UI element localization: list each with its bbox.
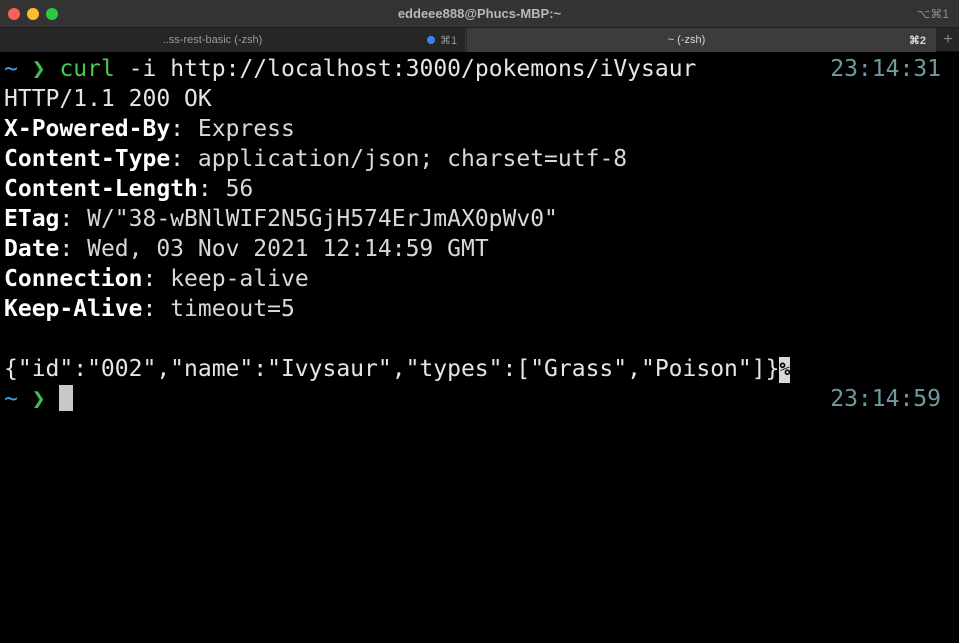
- prompt-directory: ~: [4, 386, 18, 412]
- command-line: ~ ❯ curl -i http://localhost:3000/pokemo…: [4, 54, 696, 84]
- http-status-line: HTTP/1.1 200 OK: [4, 86, 212, 112]
- prompt-timestamp: 23:14:59: [830, 386, 941, 412]
- prompt-directory: ~: [4, 56, 18, 82]
- tab-label: ~ (-zsh): [667, 34, 706, 46]
- tab-label: ..ss-rest-basic (-zsh): [162, 34, 263, 46]
- command-args: -i http://localhost:3000/pokemons/iVysau…: [114, 56, 697, 82]
- tab-home-zsh[interactable]: ~ (-zsh) ⌘2: [467, 28, 936, 52]
- response-header: X-Powered-By: Express: [4, 116, 295, 142]
- header-key: Content-Length: [4, 176, 198, 202]
- window-shortcut: ⌥⌘1: [916, 7, 949, 21]
- response-header: Date: Wed, 03 Nov 2021 12:14:59 GMT: [4, 236, 489, 262]
- header-key: Keep-Alive: [4, 296, 143, 322]
- window-title: eddeee888@Phucs-MBP:~: [397, 6, 562, 21]
- response-header: Connection: keep-alive: [4, 266, 309, 292]
- response-body: {"id":"002","name":"Ivysaur","types":["G…: [4, 354, 791, 384]
- tab-bar: ..ss-rest-basic (-zsh) ⌘1 ~ (-zsh) ⌘2 +: [0, 28, 959, 52]
- tab-shortcut: ⌘1: [440, 35, 458, 47]
- title-bar[interactable]: eddeee888@Phucs-MBP:~ ⌥⌘1: [0, 0, 959, 28]
- header-key: ETag: [4, 206, 60, 232]
- terminal-output[interactable]: ~ ❯ curl -i http://localhost:3000/pokemo…: [0, 52, 959, 643]
- header-key: Connection: [4, 266, 143, 292]
- header-value: Express: [184, 116, 295, 142]
- header-value: Wed, 03 Nov 2021 12:14:59 GMT: [73, 236, 489, 262]
- text-cursor[interactable]: [59, 385, 74, 411]
- tab-shortcut: ⌘2: [908, 35, 926, 47]
- new-tab-button[interactable]: +: [937, 28, 959, 52]
- header-value: keep-alive: [156, 266, 309, 292]
- header-value: W/"38-wBNlWIF2N5GjH574ErJmAX0pWv0": [73, 206, 558, 232]
- command-name: curl: [59, 56, 115, 82]
- current-prompt: ~ ❯: [4, 384, 74, 414]
- no-newline-marker: %: [779, 357, 791, 383]
- header-value: timeout=5: [156, 296, 295, 322]
- header-key: X-Powered-By: [4, 116, 171, 142]
- header-key: Date: [4, 236, 60, 262]
- activity-indicator-icon: [427, 36, 435, 44]
- header-value: application/json; charset=utf-8: [184, 146, 628, 172]
- json-body: {"id":"002","name":"Ivysaur","types":["G…: [4, 356, 780, 382]
- response-header: Content-Length: 56: [4, 176, 254, 202]
- tab-ss-rest-basic[interactable]: ..ss-rest-basic (-zsh) ⌘1: [0, 28, 466, 52]
- header-key: Content-Type: [4, 146, 171, 172]
- response-header: Content-Type: application/json; charset=…: [4, 146, 628, 172]
- header-value: 56: [211, 176, 254, 202]
- command-timestamp: 23:14:31: [830, 56, 941, 82]
- response-header: ETag: W/"38-wBNlWIF2N5GjH574ErJmAX0pWv0": [4, 206, 558, 232]
- prompt-arrow-icon: ❯: [31, 56, 46, 82]
- response-header: Keep-Alive: timeout=5: [4, 296, 295, 322]
- prompt-arrow-icon: ❯: [31, 386, 46, 412]
